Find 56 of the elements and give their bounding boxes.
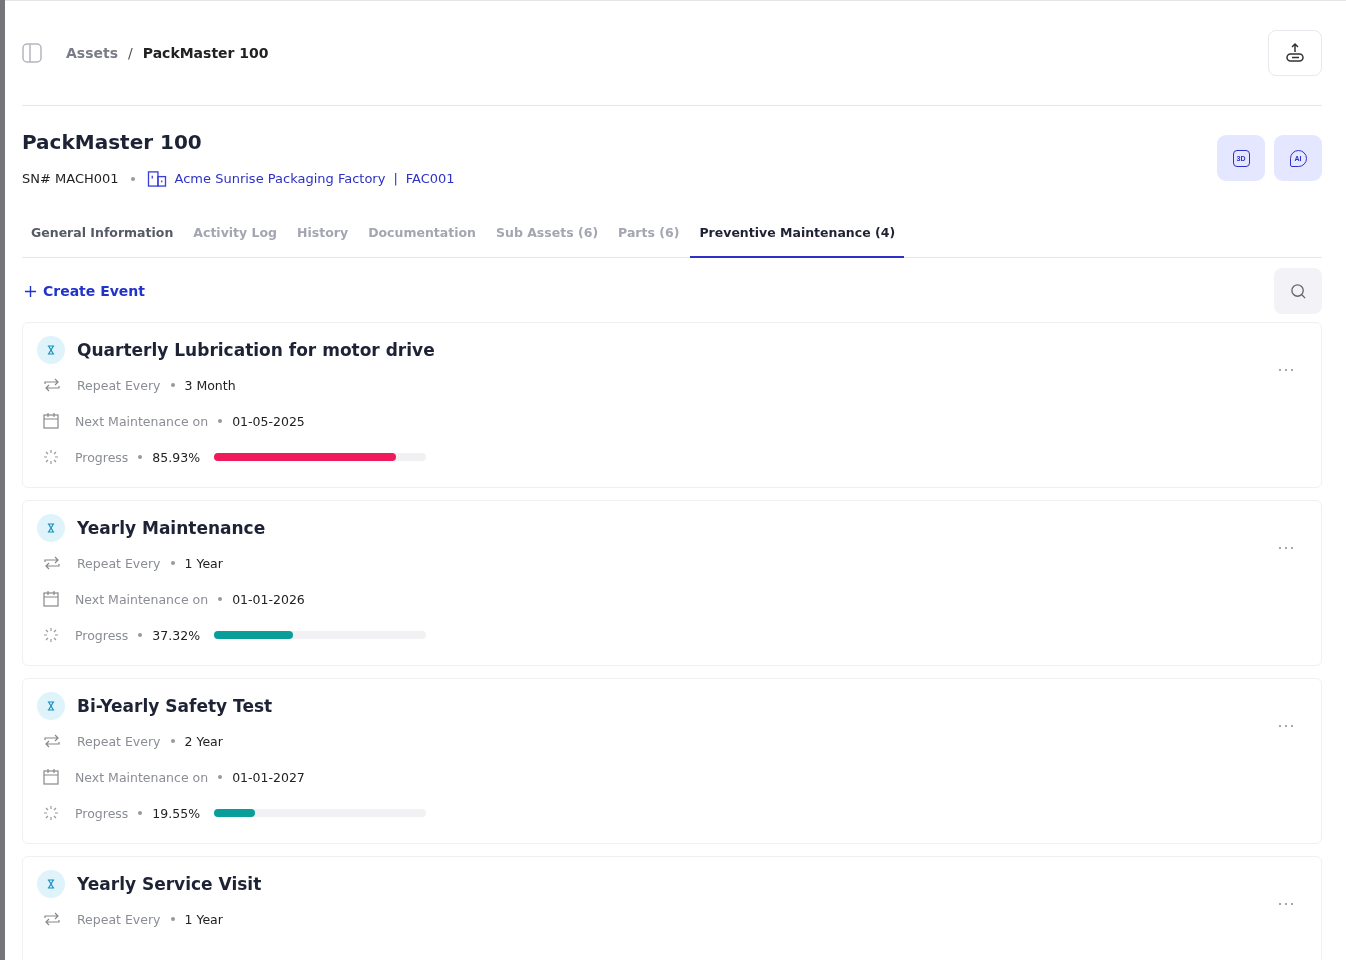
breadcrumb-separator: / <box>128 45 133 61</box>
calendar-icon <box>43 769 59 785</box>
event-title: Bi-Yearly Safety Test <box>77 696 273 716</box>
search-button[interactable] <box>1274 268 1322 314</box>
repeat-icon <box>43 378 61 392</box>
field-value: 1 Year <box>184 555 223 571</box>
site-link[interactable]: Acme Sunrise Packaging Factory <box>174 171 386 186</box>
breadcrumb-link[interactable]: Assets <box>66 45 119 61</box>
field-value: 85.93% <box>152 449 201 465</box>
field-label: Next Maintenance on <box>75 591 209 607</box>
repeat-icon <box>43 734 61 748</box>
field-label: Progress <box>75 627 129 643</box>
create-event-button[interactable]: Create Event <box>22 283 148 299</box>
site-separator: | <box>393 171 398 186</box>
field-label: Next Maintenance on <box>75 413 209 429</box>
field-value: 19.55% <box>152 805 201 821</box>
field-label: Repeat Every <box>77 377 161 393</box>
field-label: Repeat Every <box>77 911 161 927</box>
loading-icon <box>43 627 59 643</box>
export-button[interactable] <box>1268 30 1322 76</box>
asset-title: PackMaster 100 <box>22 130 203 154</box>
sidebar-toggle-icon[interactable] <box>22 43 42 63</box>
event-title: Yearly Service Visit <box>77 874 262 894</box>
hourglass-icon <box>37 870 65 898</box>
hourglass-icon <box>37 336 65 364</box>
search-icon <box>1289 282 1307 300</box>
upload-icon <box>1284 42 1306 64</box>
repeat-icon <box>43 912 61 926</box>
serial-number: SN# MACH001 <box>22 171 119 186</box>
breadcrumb-current: PackMaster 100 <box>142 45 269 61</box>
building-icon <box>146 170 167 187</box>
field-value: 3 Month <box>184 377 236 393</box>
field-value: 01-01-2026 <box>232 591 305 607</box>
loading-icon <box>43 449 59 465</box>
field-label: Progress <box>75 805 129 821</box>
hourglass-icon <box>37 692 65 720</box>
calendar-icon <box>43 413 59 429</box>
field-value: 2 Year <box>184 733 223 749</box>
event-title: Yearly Maintenance <box>77 518 266 538</box>
site-code-link[interactable]: FAC001 <box>405 171 455 186</box>
field-label: Repeat Every <box>77 733 161 749</box>
field-label: Repeat Every <box>77 555 161 571</box>
tab[interactable]: Preventive Maintenance (4) <box>690 217 905 258</box>
hourglass-icon <box>37 514 65 542</box>
field-value: 37.32% <box>152 627 201 643</box>
plus-icon <box>24 284 37 298</box>
field-label: Progress <box>75 449 129 465</box>
field-label: Next Maintenance on <box>75 769 209 785</box>
calendar-icon <box>43 591 59 607</box>
repeat-icon <box>43 556 61 570</box>
tab[interactable]: General Information <box>22 217 183 258</box>
field-value: 01-05-2025 <box>232 413 305 429</box>
event-title: Quarterly Lubrication for motor drive <box>77 340 435 360</box>
loading-icon <box>43 805 59 821</box>
field-value: 01-01-2027 <box>232 769 305 785</box>
field-value: 1 Year <box>184 911 223 927</box>
